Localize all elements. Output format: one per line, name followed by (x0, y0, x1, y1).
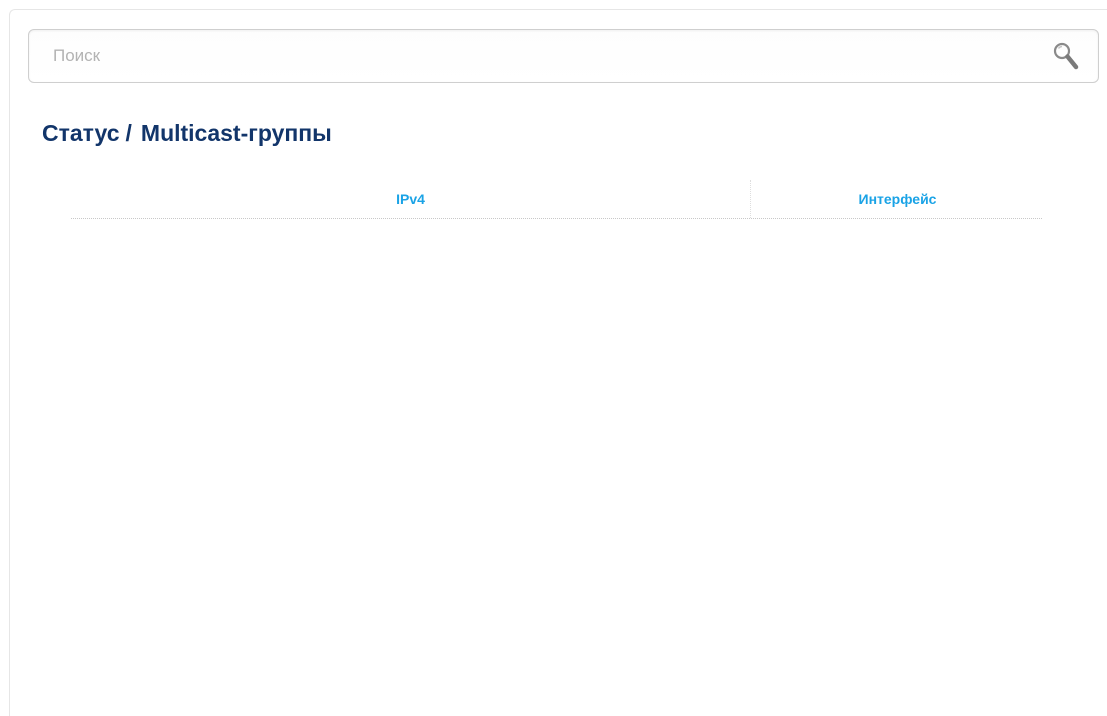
table-header: IPv4 Интерфейс (71, 180, 1042, 219)
breadcrumb-current: Multicast-группы (140, 120, 332, 146)
column-header-ipv4[interactable]: IPv4 (71, 180, 751, 218)
multicast-groups-table: IPv4 Интерфейс (71, 180, 1042, 219)
breadcrumb-parent: Статус (42, 120, 120, 146)
page-title: Статус / Multicast-группы (42, 120, 332, 147)
breadcrumb-separator: / (125, 120, 132, 146)
column-header-interface[interactable]: Интерфейс (751, 180, 1042, 218)
search-icon[interactable] (1052, 41, 1080, 71)
content-panel (9, 9, 1107, 716)
search-input[interactable] (29, 30, 1053, 82)
search-box[interactable] (28, 29, 1099, 83)
